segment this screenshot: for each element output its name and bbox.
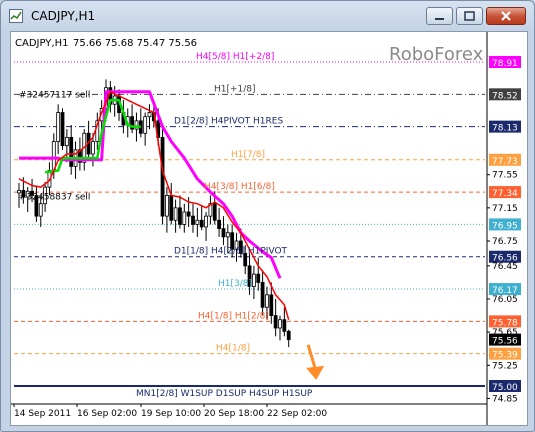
candle-body bbox=[38, 203, 43, 217]
time-tick-label: 16 Sep 02:00 bbox=[77, 409, 137, 419]
price-tick-label: 76.75 bbox=[492, 237, 518, 247]
time-tick-label: 14 Sep 2011 bbox=[14, 409, 71, 419]
order-label: #32457117 sell bbox=[19, 91, 90, 101]
chart-ohlc-label: 75.66 75.68 75.47 75.56 bbox=[73, 38, 197, 49]
candle-body bbox=[204, 215, 208, 228]
time-tick-label: 20 Sep 18:00 bbox=[204, 409, 264, 419]
candle-body bbox=[186, 211, 191, 217]
title-bar[interactable]: CADJPY,H1 bbox=[1, 1, 534, 31]
price-badge-label: 78.13 bbox=[492, 124, 518, 134]
maximize-icon bbox=[464, 11, 475, 21]
price-tick-label: 76.45 bbox=[492, 262, 518, 272]
candle-body bbox=[260, 282, 265, 308]
candle-body bbox=[143, 116, 148, 134]
candle-body bbox=[195, 219, 200, 225]
price-badge-label: 78.52 bbox=[492, 91, 518, 101]
level-label: H4[1/8] bbox=[216, 344, 250, 354]
price-badge-label: 77.73 bbox=[492, 157, 518, 167]
price-badge-label: 78.91 bbox=[492, 59, 518, 69]
price-badge-label: 76.95 bbox=[492, 221, 518, 231]
candle-body bbox=[56, 112, 61, 142]
candle-body bbox=[286, 330, 291, 340]
level-label: H4[5/8] H1[+2/8] bbox=[196, 52, 274, 62]
price-tick-label: 77.55 bbox=[492, 171, 518, 181]
order-label: #32458837 sell bbox=[19, 193, 90, 203]
price-badge-label: 75.78 bbox=[492, 318, 518, 328]
chart-symbol-label: CADJPY,H1 bbox=[15, 38, 68, 49]
level-label: H1[7/8] bbox=[231, 150, 265, 160]
candle-body bbox=[221, 228, 226, 238]
candle-body bbox=[282, 319, 287, 332]
candle-body bbox=[278, 319, 282, 329]
candle-body bbox=[173, 207, 178, 221]
candle-body bbox=[169, 195, 174, 221]
close-icon bbox=[501, 11, 511, 21]
price-tick-label: 76.05 bbox=[492, 295, 518, 305]
level-label: H1[3/8] bbox=[218, 279, 252, 289]
price-chart[interactable]: CADJPY,H1 75.66 75.68 75.47 75.56 RoboFo… bbox=[11, 32, 527, 425]
level-label: MN1[2/8] W1SUP D1SUP H4SUP H1SUP bbox=[136, 389, 313, 399]
time-tick-label: 22 Sep 02:00 bbox=[267, 409, 327, 419]
level-label: H1[+1/8] bbox=[214, 84, 256, 94]
candle-body bbox=[69, 137, 74, 167]
candle-body bbox=[251, 273, 256, 287]
level-label: H4[3/8] H1[6/8] bbox=[204, 182, 275, 192]
price-tick-label: 75.65 bbox=[492, 328, 518, 338]
close-button[interactable] bbox=[486, 7, 526, 25]
candle-body bbox=[64, 137, 69, 147]
candle-body bbox=[178, 207, 182, 225]
price-badge-label: 75.39 bbox=[492, 351, 518, 361]
level-label: D1[1/8] H4[2/8] H1PIVOT bbox=[174, 247, 288, 257]
chart-area[interactable]: CADJPY,H1 75.66 75.68 75.47 75.56 RoboFo… bbox=[10, 31, 528, 426]
candle-body bbox=[182, 211, 187, 225]
candle-body bbox=[134, 120, 139, 130]
candle-body bbox=[273, 315, 278, 329]
candle-body bbox=[91, 141, 95, 155]
price-badge-label: 77.34 bbox=[492, 189, 518, 199]
window-title: CADJPY,H1 bbox=[31, 9, 96, 23]
candle-body bbox=[60, 112, 65, 147]
candle-body bbox=[164, 195, 169, 217]
time-tick-label: 19 Sep 10:00 bbox=[141, 409, 201, 419]
level-label: H4[1/8] H1[2/8] bbox=[198, 311, 269, 321]
price-tick-label: 75.25 bbox=[492, 361, 518, 371]
maximize-button[interactable] bbox=[456, 7, 483, 25]
candle-body bbox=[212, 203, 217, 221]
minimize-button[interactable] bbox=[426, 7, 453, 25]
candle-body bbox=[147, 112, 152, 118]
candle-body bbox=[256, 273, 261, 283]
price-axis-layer: 78.9178.5278.1377.7377.3476.9576.5676.17… bbox=[486, 32, 521, 425]
price-badge-label: 75.00 bbox=[492, 383, 518, 393]
price-tick-label: 74.85 bbox=[492, 394, 518, 404]
minimize-icon bbox=[435, 18, 444, 20]
level-label: D1[2/8] H4PIVOT H1RES bbox=[174, 117, 283, 127]
candle-body bbox=[265, 294, 269, 308]
candle-body bbox=[191, 215, 195, 225]
candle-body bbox=[269, 294, 274, 316]
candle-body bbox=[199, 219, 204, 228]
candle-body bbox=[217, 219, 222, 229]
candle-body bbox=[225, 232, 230, 238]
chart-app-icon bbox=[9, 9, 23, 23]
candle-body bbox=[160, 137, 165, 217]
price-tick-label: 77.15 bbox=[492, 204, 518, 214]
watermark-text: RoboForex bbox=[389, 44, 484, 65]
chart-window: CADJPY,H1 CADJPY,H1 75.66 75.68 75.47 75… bbox=[0, 0, 535, 432]
